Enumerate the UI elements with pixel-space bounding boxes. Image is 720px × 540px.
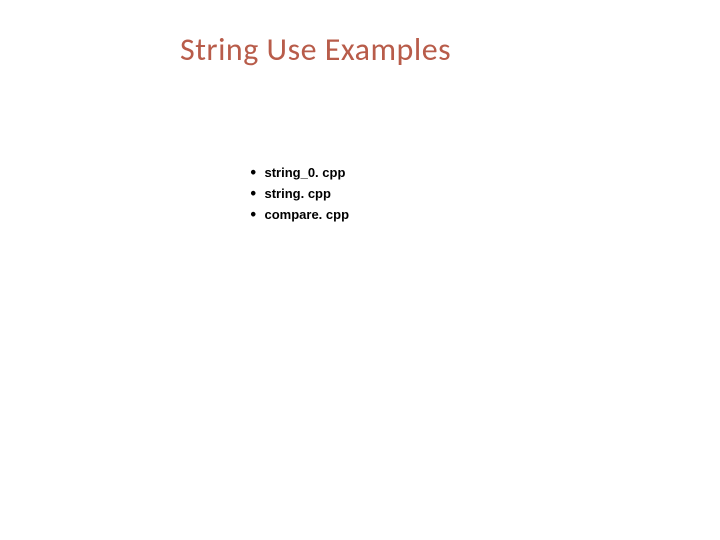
list-item: • string_0. cpp [250, 164, 720, 182]
slide: String Use Examples • string_0. cpp • st… [0, 0, 720, 540]
item-text: string_0. cpp [264, 164, 345, 182]
content-area: • string_0. cpp • string. cpp • compare.… [250, 164, 720, 225]
item-text: string. cpp [264, 185, 330, 203]
bullet-icon: • [250, 206, 256, 224]
slide-title: String Use Examples [180, 30, 720, 69]
list-item: • string. cpp [250, 185, 720, 203]
list-item: • compare. cpp [250, 206, 720, 224]
bullet-icon: • [250, 164, 256, 182]
item-text: compare. cpp [264, 206, 349, 224]
bullet-icon: • [250, 185, 256, 203]
